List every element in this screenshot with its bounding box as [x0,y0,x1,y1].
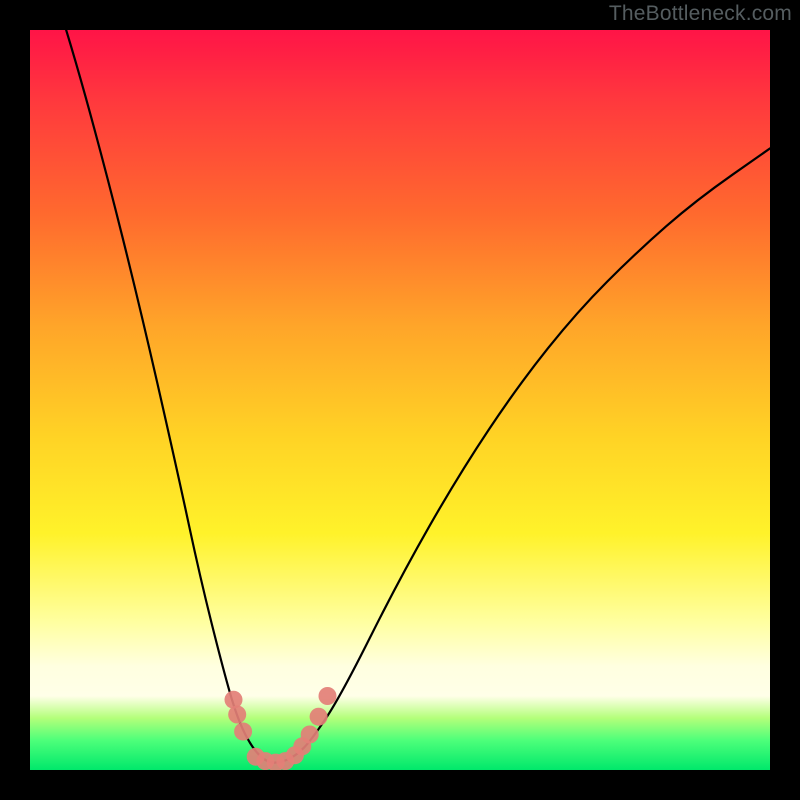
curve-marker [228,706,246,724]
chart-frame: TheBottleneck.com [0,0,800,800]
bottleneck-curve [30,30,770,763]
curve-marker [234,723,252,741]
curve-layer [30,30,770,770]
curve-marker [319,687,337,705]
curve-marker [310,708,328,726]
plot-area [30,30,770,770]
curve-marker [301,726,319,744]
watermark-text: TheBottleneck.com [609,2,792,26]
